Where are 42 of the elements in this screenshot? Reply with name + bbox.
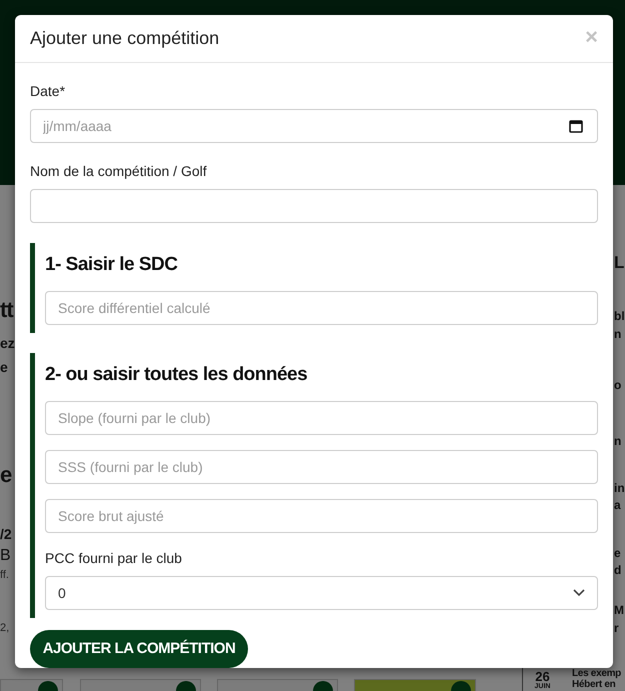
input-field[interactable] <box>30 189 598 223</box>
input-field[interactable]: Score brut ajusté <box>45 499 598 533</box>
date-field[interactable]: jj/mm/aaaa <box>30 109 598 143</box>
news-title-line: Les exemp <box>572 668 621 679</box>
chevron-down-icon <box>573 589 585 597</box>
page-text: e <box>0 358 9 377</box>
input-field[interactable]: SSS (fourni par le club) <box>45 450 598 484</box>
section-heading: 1- Saisir le SDC <box>45 253 178 277</box>
page-text: ff. <box>0 568 10 582</box>
page-text: tt <box>0 296 14 324</box>
pcc-select[interactable]: 0 <box>45 576 598 610</box>
page-text: d <box>614 562 622 578</box>
field-label: Date* <box>30 82 66 101</box>
input-field[interactable]: Slope (fourni par le club) <box>45 401 598 435</box>
input-field[interactable]: Score différentiel calculé <box>45 291 598 325</box>
page-text: o <box>614 377 622 393</box>
date-day: 26 <box>535 670 550 683</box>
card[interactable] <box>80 679 201 691</box>
page-text: ez <box>0 334 15 353</box>
add-competition-button[interactable]: AJOUTER LA COMPÉTITION <box>30 630 248 668</box>
news-title-line: Hébert en <box>572 679 616 690</box>
page-text: e <box>614 545 622 561</box>
field-label: PCC fourni par le club <box>45 549 183 568</box>
page-text: e <box>0 461 12 489</box>
page-text: n <box>614 326 622 342</box>
modal-title: Ajouter une compétition <box>30 27 220 50</box>
field-label: Nom de la compétition / Golf <box>30 162 208 181</box>
card[interactable] <box>354 679 476 691</box>
page-text: n <box>614 433 622 449</box>
section-heading: 2- ou saisir toutes les données <box>45 363 308 387</box>
page-text: B <box>0 546 12 566</box>
page-text: 2, <box>0 621 10 635</box>
page-text: M <box>614 602 625 618</box>
card[interactable] <box>217 679 338 691</box>
page-text: L <box>614 252 625 274</box>
page-text: bl <box>614 308 625 324</box>
page-text: r <box>614 620 620 636</box>
page-text: in <box>614 480 625 496</box>
card[interactable] <box>0 679 63 691</box>
page-text: a <box>614 497 622 513</box>
page-text: /2 <box>0 525 13 544</box>
calendar-icon[interactable] <box>569 119 583 133</box>
